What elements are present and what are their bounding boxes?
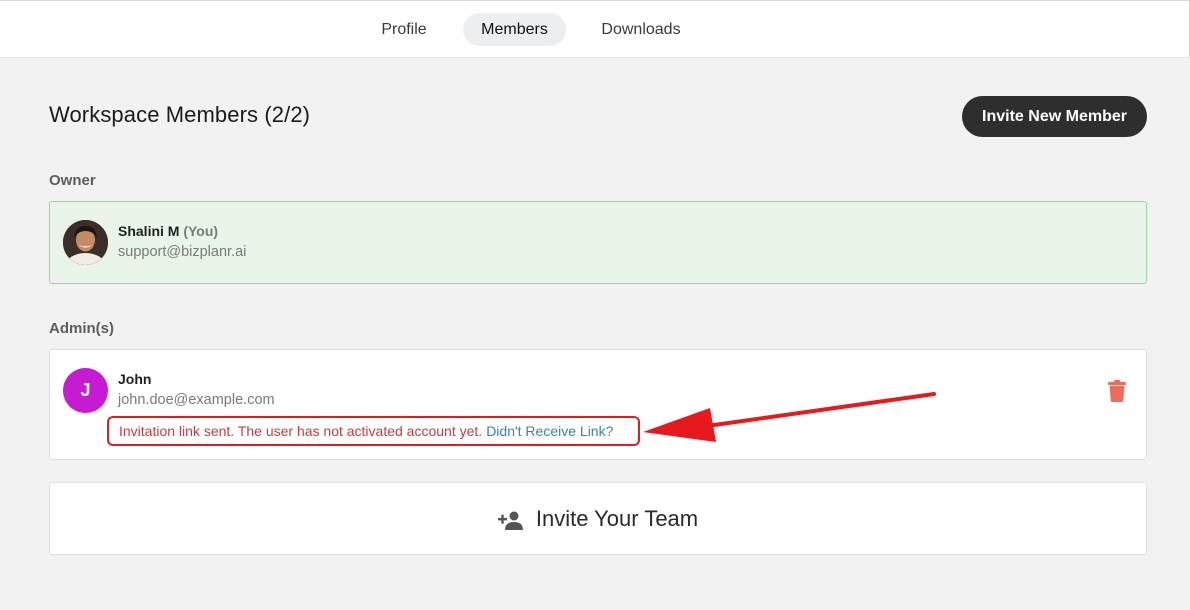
invite-your-team-button[interactable]: Invite Your Team — [49, 482, 1147, 555]
owner-member-card: Shalini M (You) support@bizplanr.ai — [49, 201, 1147, 284]
invite-new-member-button[interactable]: Invite New Member — [962, 96, 1147, 137]
invitation-status-notice: Invitation link sent. The user has not a… — [107, 416, 640, 446]
invite-your-team-label: Invite Your Team — [535, 505, 699, 531]
annotation-arrow — [643, 392, 936, 442]
owner-name-text: Shalini M — [118, 223, 180, 239]
tab-members[interactable]: Members — [463, 13, 566, 46]
resend-link[interactable]: Didn't Receive Link? — [486, 423, 613, 439]
trash-icon[interactable] — [1108, 380, 1126, 402]
tab-downloads[interactable]: Downloads — [586, 13, 696, 46]
admin-member-card: J John john.doe@example.com Invitation l… — [49, 349, 1147, 460]
page-title: Workspace Members (2/2) — [49, 102, 311, 127]
admin-email: john.doe@example.com — [118, 392, 275, 408]
avatar — [63, 220, 108, 265]
admin-section-label: Admin(s) — [49, 320, 114, 337]
admin-name: John — [118, 371, 152, 387]
tab-profile[interactable]: Profile — [366, 13, 442, 46]
top-nav-bar: Profile Members Downloads — [0, 0, 1190, 58]
you-tag: (You) — [183, 223, 219, 239]
owner-name: Shalini M (You) — [118, 223, 218, 239]
avatar: J — [63, 368, 108, 413]
person-add-icon — [497, 510, 524, 530]
owner-email: support@bizplanr.ai — [118, 244, 247, 260]
owner-section-label: Owner — [49, 172, 96, 189]
invitation-status-text: Invitation link sent. The user has not a… — [119, 423, 483, 439]
